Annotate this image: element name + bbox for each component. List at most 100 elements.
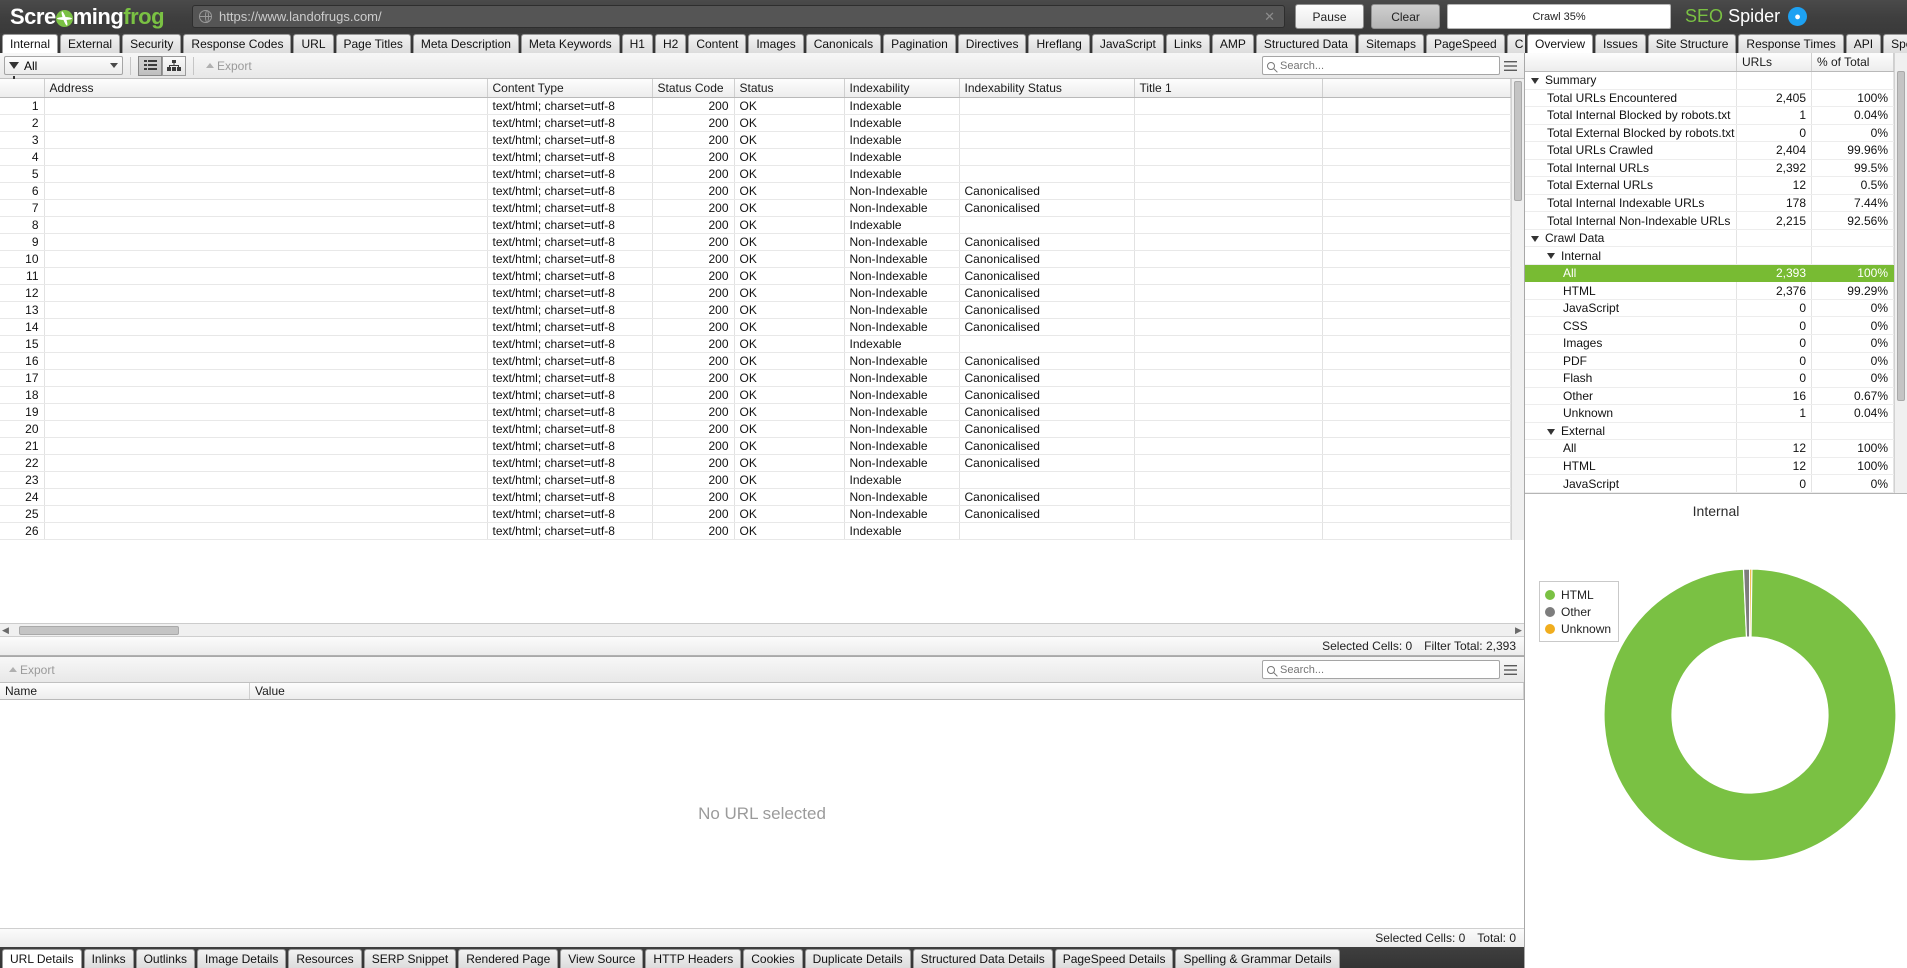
sidebar-tree-row[interactable]: All2,393100% bbox=[1525, 264, 1894, 282]
cell-content-type[interactable]: text/html; charset=utf-8 bbox=[487, 438, 652, 455]
tab-issues[interactable]: Issues bbox=[1595, 34, 1646, 53]
sidebar-row-label[interactable]: Images bbox=[1525, 334, 1737, 352]
cell-status-code[interactable]: 200 bbox=[652, 217, 734, 234]
cell-status[interactable]: OK bbox=[734, 234, 844, 251]
cell-indexability-status[interactable] bbox=[959, 98, 1134, 115]
table-row[interactable]: 5text/html; charset=utf-8200OKIndexable bbox=[0, 166, 1511, 183]
tab-inlinks[interactable]: Inlinks bbox=[84, 949, 134, 968]
cell-content-type[interactable]: text/html; charset=utf-8 bbox=[487, 472, 652, 489]
scroll-left-arrow-icon[interactable]: ◀ bbox=[0, 625, 11, 636]
cell-content-type[interactable]: text/html; charset=utf-8 bbox=[487, 489, 652, 506]
table-row[interactable]: 18text/html; charset=utf-8200OKNon-Index… bbox=[0, 387, 1511, 404]
cell-content-type[interactable]: text/html; charset=utf-8 bbox=[487, 506, 652, 523]
tab-response-times[interactable]: Response Times bbox=[1738, 34, 1843, 53]
sidebar-tree-row[interactable]: Internal bbox=[1525, 247, 1894, 265]
cell-address[interactable] bbox=[44, 132, 487, 149]
cell-status-code[interactable]: 200 bbox=[652, 506, 734, 523]
cell-title[interactable] bbox=[1134, 132, 1322, 149]
cell-status[interactable]: OK bbox=[734, 472, 844, 489]
sidebar-tree-row[interactable]: All12100% bbox=[1525, 440, 1894, 458]
cell-indexability[interactable]: Non-Indexable bbox=[844, 200, 959, 217]
table-row[interactable]: 17text/html; charset=utf-8200OKNon-Index… bbox=[0, 370, 1511, 387]
cell-status[interactable]: OK bbox=[734, 285, 844, 302]
sidebar-tree-row[interactable]: PDF00% bbox=[1525, 352, 1894, 370]
cell-content-type[interactable]: text/html; charset=utf-8 bbox=[487, 353, 652, 370]
column-header-indexability-status[interactable]: Indexability Status bbox=[959, 79, 1134, 98]
sidebar-tree-row[interactable]: Total URLs Encountered2,405100% bbox=[1525, 89, 1894, 107]
cell-indexability-status[interactable] bbox=[959, 217, 1134, 234]
twitter-bird-icon[interactable]: ● bbox=[1788, 7, 1807, 26]
cell-address[interactable] bbox=[44, 506, 487, 523]
cell-address[interactable] bbox=[44, 319, 487, 336]
table-row[interactable]: 13text/html; charset=utf-8200OKNon-Index… bbox=[0, 302, 1511, 319]
table-row[interactable]: 20text/html; charset=utf-8200OKNon-Index… bbox=[0, 421, 1511, 438]
cell-content-type[interactable]: text/html; charset=utf-8 bbox=[487, 234, 652, 251]
table-row[interactable]: 9text/html; charset=utf-8200OKNon-Indexa… bbox=[0, 234, 1511, 251]
sidebar-tree-row[interactable]: Crawl Data bbox=[1525, 229, 1894, 247]
tab-duplicate-details[interactable]: Duplicate Details bbox=[805, 949, 911, 968]
filter-dropdown[interactable]: All bbox=[4, 56, 123, 75]
sidebar-tree-row[interactable]: HTML12100% bbox=[1525, 457, 1894, 475]
cell-content-type[interactable]: text/html; charset=utf-8 bbox=[487, 336, 652, 353]
tab-h1[interactable]: H1 bbox=[622, 34, 653, 53]
tab-pagespeed[interactable]: PageSpeed bbox=[1426, 34, 1505, 53]
cell-status-code[interactable]: 200 bbox=[652, 387, 734, 404]
sidebar-tree-row[interactable]: Flash00% bbox=[1525, 370, 1894, 388]
clear-url-icon[interactable]: ✕ bbox=[1261, 9, 1278, 25]
cell-title[interactable] bbox=[1134, 336, 1322, 353]
sidebar-row-label[interactable]: HTML bbox=[1525, 457, 1737, 475]
cell-content-type[interactable]: text/html; charset=utf-8 bbox=[487, 421, 652, 438]
tab-pagination[interactable]: Pagination bbox=[883, 34, 956, 53]
cell-title[interactable] bbox=[1134, 302, 1322, 319]
cell-content-type[interactable]: text/html; charset=utf-8 bbox=[487, 319, 652, 336]
tab-structured-data-details[interactable]: Structured Data Details bbox=[913, 949, 1053, 968]
cell-title[interactable] bbox=[1134, 489, 1322, 506]
column-header-address[interactable]: Address bbox=[44, 79, 487, 98]
table-row[interactable]: 11text/html; charset=utf-8200OKNon-Index… bbox=[0, 268, 1511, 285]
sidebar-row-label[interactable]: Total External URLs bbox=[1525, 177, 1737, 195]
cell-status[interactable]: OK bbox=[734, 319, 844, 336]
cell-content-type[interactable]: text/html; charset=utf-8 bbox=[487, 285, 652, 302]
tab-rendered-page[interactable]: Rendered Page bbox=[458, 949, 558, 968]
cell-address[interactable] bbox=[44, 234, 487, 251]
tab-response-codes[interactable]: Response Codes bbox=[183, 34, 291, 53]
cell-content-type[interactable]: text/html; charset=utf-8 bbox=[487, 183, 652, 200]
sidebar-row-label[interactable]: CSS bbox=[1525, 317, 1737, 335]
cell-status-code[interactable]: 200 bbox=[652, 489, 734, 506]
cell-title[interactable] bbox=[1134, 472, 1322, 489]
table-row[interactable]: 22text/html; charset=utf-8200OKNon-Index… bbox=[0, 455, 1511, 472]
tab-outlinks[interactable]: Outlinks bbox=[136, 949, 195, 968]
cell-indexability[interactable]: Non-Indexable bbox=[844, 438, 959, 455]
cell-status[interactable]: OK bbox=[734, 302, 844, 319]
table-vertical-scroll-thumb[interactable] bbox=[1514, 81, 1522, 201]
cell-indexability-status[interactable]: Canonicalised bbox=[959, 404, 1134, 421]
cell-address[interactable] bbox=[44, 200, 487, 217]
cell-content-type[interactable]: text/html; charset=utf-8 bbox=[487, 98, 652, 115]
column-header-status[interactable]: Status bbox=[734, 79, 844, 98]
sidebar-tree-row[interactable]: HTML2,37699.29% bbox=[1525, 282, 1894, 300]
sidebar-column-header-urls[interactable]: URLs bbox=[1737, 53, 1812, 72]
sidebar-row-label[interactable]: PDF bbox=[1525, 352, 1737, 370]
tab-meta-description[interactable]: Meta Description bbox=[413, 34, 519, 53]
cell-indexability-status[interactable] bbox=[959, 523, 1134, 540]
cell-indexability[interactable]: Indexable bbox=[844, 336, 959, 353]
cell-address[interactable] bbox=[44, 523, 487, 540]
cell-indexability[interactable]: Non-Indexable bbox=[844, 302, 959, 319]
sidebar-tree-row[interactable]: Total Internal Indexable URLs1787.44% bbox=[1525, 194, 1894, 212]
tab-http-headers[interactable]: HTTP Headers bbox=[645, 949, 741, 968]
cell-indexability[interactable]: Indexable bbox=[844, 523, 959, 540]
overview-tree[interactable]: URLs% of TotalSummaryTotal URLs Encounte… bbox=[1525, 53, 1907, 493]
cell-content-type[interactable]: text/html; charset=utf-8 bbox=[487, 166, 652, 183]
cell-status-code[interactable]: 200 bbox=[652, 149, 734, 166]
cell-indexability[interactable]: Non-Indexable bbox=[844, 489, 959, 506]
sidebar-row-label[interactable]: All bbox=[1525, 264, 1737, 282]
cell-content-type[interactable]: text/html; charset=utf-8 bbox=[487, 404, 652, 421]
sidebar-vertical-scroll-thumb[interactable] bbox=[1897, 71, 1905, 401]
sidebar-vertical-scrollbar[interactable] bbox=[1894, 53, 1907, 493]
column-header-indexability[interactable]: Indexability bbox=[844, 79, 959, 98]
cell-title[interactable] bbox=[1134, 404, 1322, 421]
cell-indexability[interactable]: Indexable bbox=[844, 98, 959, 115]
cell-title[interactable] bbox=[1134, 217, 1322, 234]
sidebar-tree-row[interactable]: Total Internal URLs2,39299.5% bbox=[1525, 159, 1894, 177]
cell-title[interactable] bbox=[1134, 183, 1322, 200]
